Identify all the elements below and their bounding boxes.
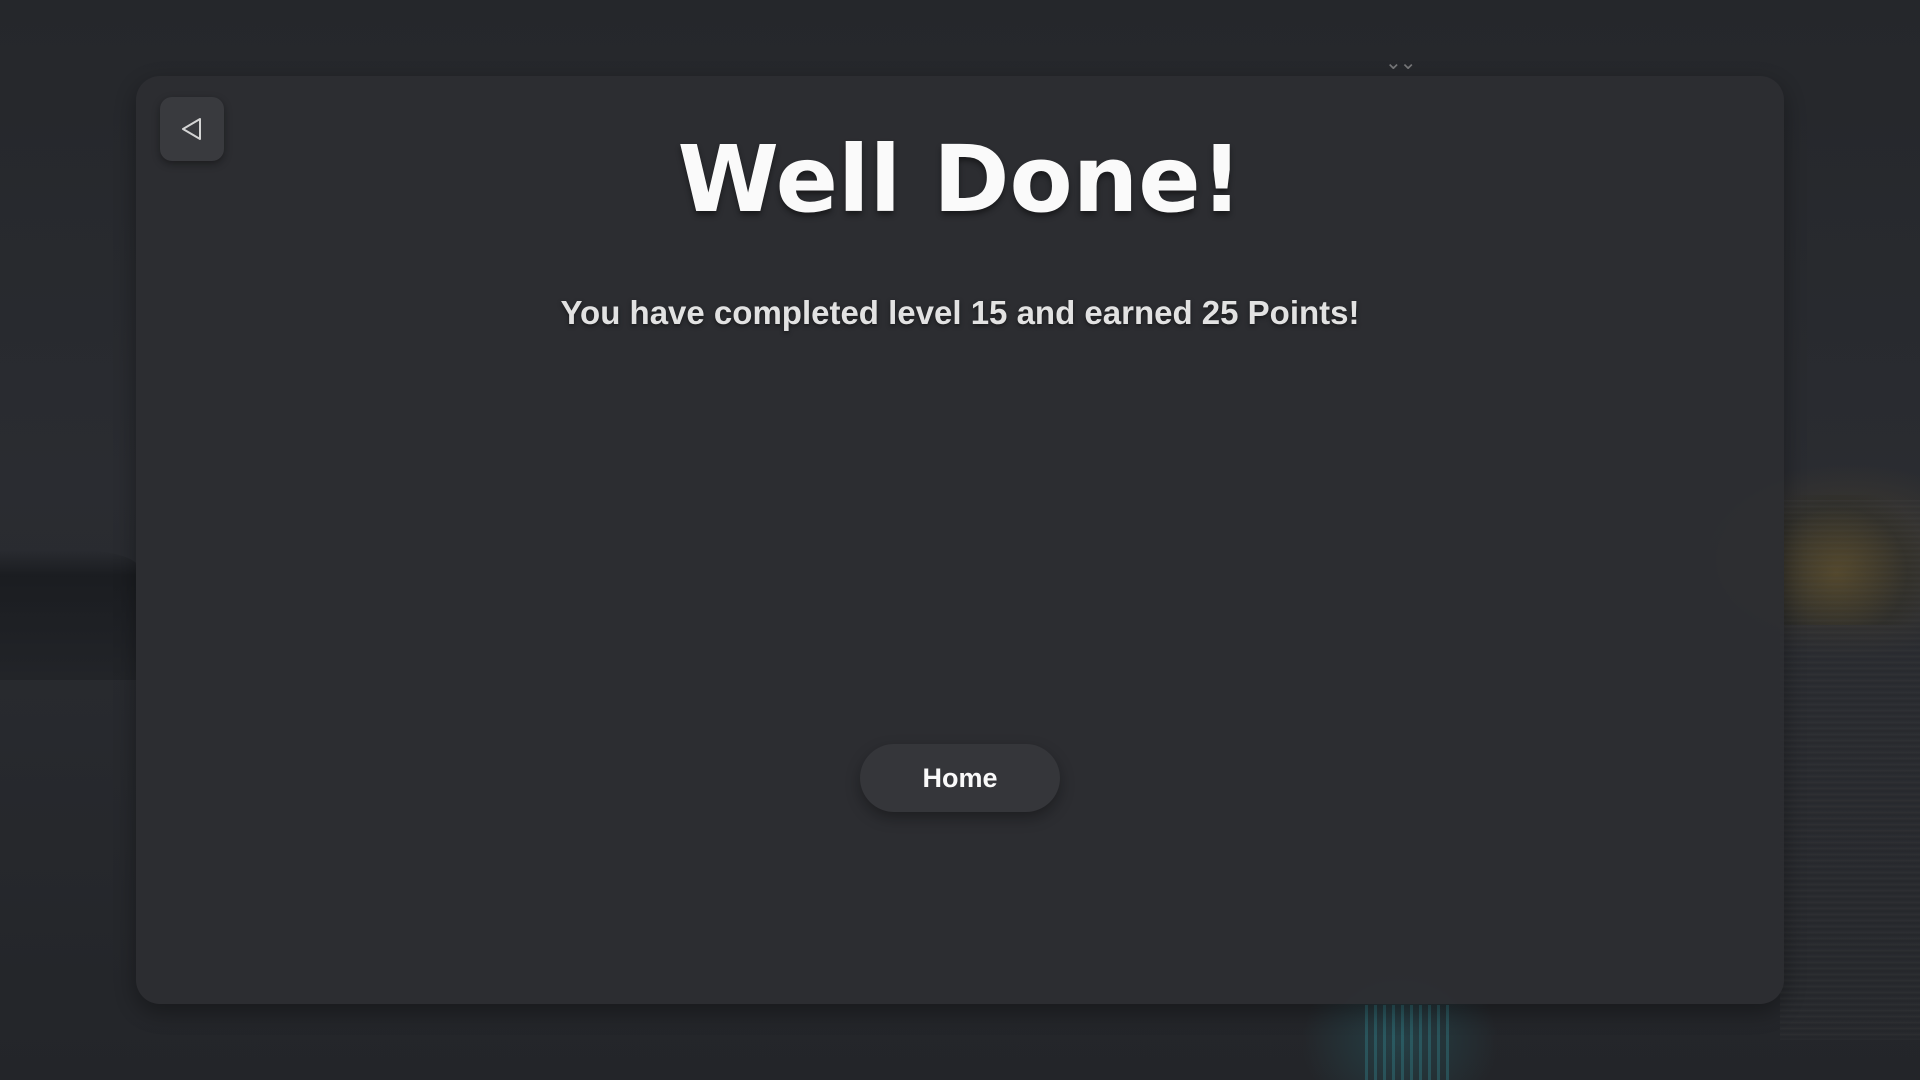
completion-message: You have completed level 15 and earned 2… <box>560 294 1360 331</box>
background-birds: ⌄⌄ <box>1385 50 1416 74</box>
home-button[interactable]: Home <box>860 744 1060 812</box>
background-water <box>1780 500 1920 1040</box>
background-reflection <box>1365 1005 1455 1080</box>
background-shore <box>0 550 140 680</box>
completion-card: Well Done! You have completed level 15 a… <box>136 76 1784 1004</box>
page-title: Well Done! <box>677 126 1243 233</box>
